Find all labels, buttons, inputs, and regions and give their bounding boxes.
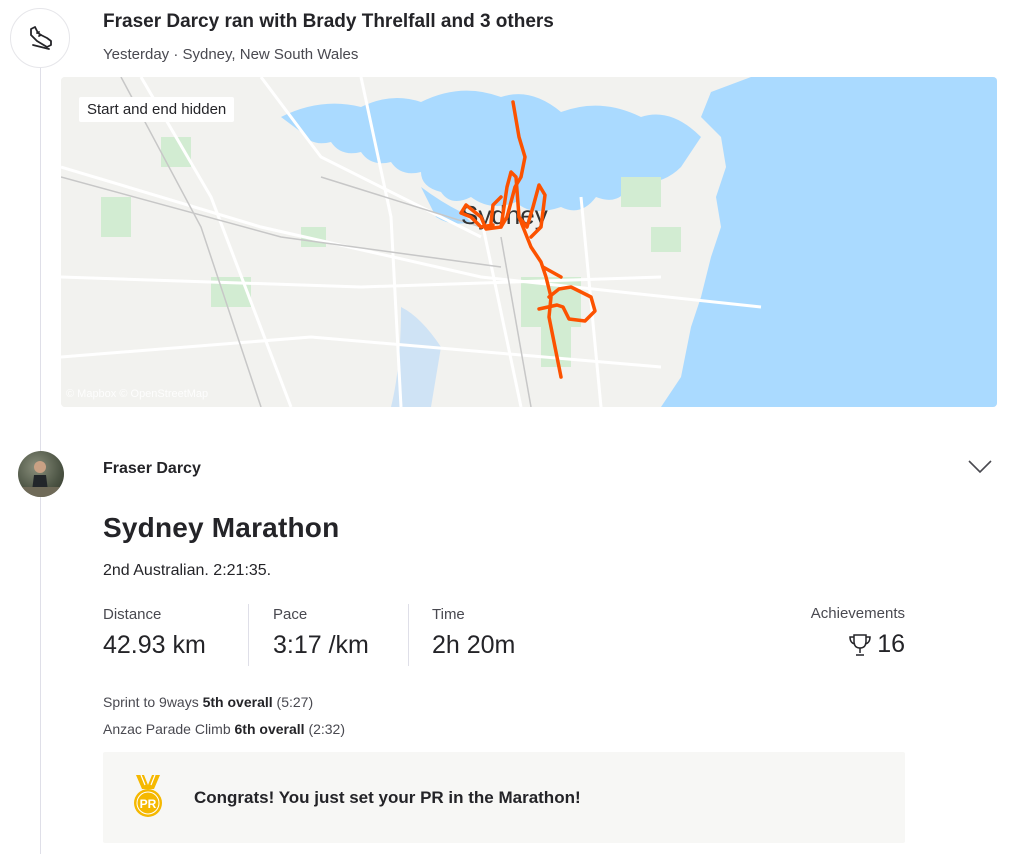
chevron-down-icon[interactable] <box>966 456 994 476</box>
stat-value: 42.93 km <box>103 631 206 659</box>
athlete-avatar[interactable] <box>18 451 64 497</box>
achievements-count: 16 <box>877 630 905 658</box>
segment-name: Anzac Parade Climb <box>103 721 231 737</box>
segment-row[interactable]: Sprint to 9ways 5th overall (5:27) <box>103 694 313 710</box>
group-activity-title[interactable]: Fraser Darcy ran with Brady Threlfall an… <box>103 11 554 33</box>
group-activity-subtitle: Yesterday · Sydney, New South Wales <box>103 46 359 63</box>
stat-value: 2h 20m <box>432 631 516 659</box>
achievements-summary[interactable]: Achievements 16 <box>793 605 905 659</box>
stat-distance: Distance 42.93 km <box>103 606 206 660</box>
athlete-name[interactable]: Fraser Darcy <box>103 460 201 478</box>
segment-row[interactable]: Anzac Parade Climb 6th overall (2:32) <box>103 721 345 737</box>
activity-title[interactable]: Sydney Marathon <box>103 512 339 544</box>
segment-rank: 5th overall <box>202 694 273 710</box>
segment-time: (2:32) <box>308 721 346 737</box>
run-activity-badge <box>10 8 70 68</box>
stat-time: Time 2h 20m <box>432 606 515 660</box>
pr-message: Congrats! You just set your PR in the Ma… <box>194 788 581 807</box>
stat-divider <box>248 604 249 666</box>
segment-rank: 6th overall <box>234 721 305 737</box>
pr-medal-icon: PR <box>130 773 166 821</box>
running-shoe-icon <box>30 26 52 50</box>
stat-label: Pace <box>273 606 308 623</box>
svg-text:PR: PR <box>140 797 157 811</box>
stat-pace: Pace 3:17 /km <box>273 606 369 660</box>
segment-name: Sprint to 9ways <box>103 694 199 710</box>
achievements-label: Achievements <box>810 605 905 622</box>
start-end-hidden-label: Start and end hidden <box>79 97 235 122</box>
trophy-icon <box>849 633 871 656</box>
stat-label: Time <box>432 606 465 623</box>
activity-description: 2nd Australian. 2:21:35. <box>103 562 272 579</box>
stat-label: Distance <box>103 606 162 623</box>
stat-divider <box>408 604 409 666</box>
stat-value: 3:17 /km <box>273 631 369 659</box>
map-attribution[interactable]: © Mapbox © OpenStreetMap <box>66 388 208 400</box>
route-map[interactable]: Sydney <box>61 77 997 407</box>
segment-time: (5:27) <box>276 694 314 710</box>
